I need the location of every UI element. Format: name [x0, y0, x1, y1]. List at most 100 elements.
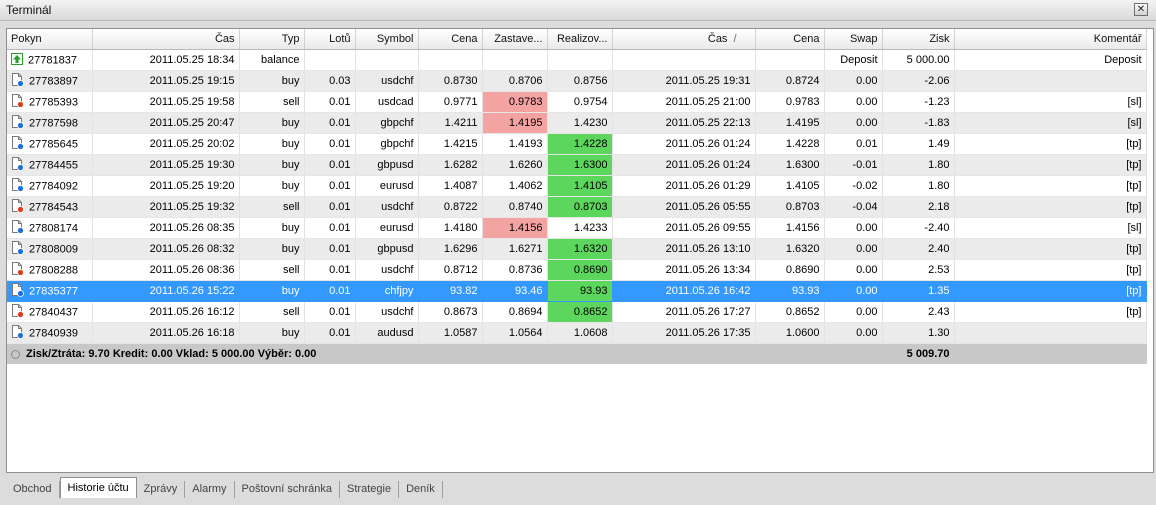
tp-cell: 1.4230 — [547, 112, 613, 134]
open-time-cell: 2011.05.26 16:12 — [92, 301, 240, 323]
col-header-symbol[interactable]: Symbol — [355, 29, 419, 50]
col-header-sl[interactable]: Zastave... — [482, 29, 548, 50]
comment-cell — [954, 70, 1147, 92]
tab-3[interactable]: Zprávy — [137, 481, 186, 498]
symbol-cell: usdchf — [355, 70, 419, 92]
order-cell: 27784455 — [7, 154, 93, 176]
order-cell: 27835377 — [7, 280, 93, 302]
lots-cell: 0.03 — [304, 70, 356, 92]
summary-icon — [11, 349, 20, 359]
symbol-cell: chfjpy — [355, 280, 419, 302]
price-cell: 1.0587 — [418, 322, 483, 344]
table-row[interactable]: 27785393 2011.05.25 19:58 sell 0.01 usdcad 0.… — [7, 91, 1147, 113]
close-button[interactable]: ✕ — [1134, 3, 1148, 16]
type-cell: buy — [239, 322, 305, 344]
table-row[interactable]: 27808174 2011.05.26 08:35 buy 0.01 eurusd 1.4… — [7, 217, 1147, 239]
swap-cell: 0.00 — [824, 70, 883, 92]
tab-1[interactable]: Obchod — [6, 481, 60, 498]
col-header-comment[interactable]: Komentář — [954, 29, 1147, 50]
col-header-close-price[interactable]: Cena — [755, 29, 825, 50]
order-cell: 27808009 — [7, 238, 93, 260]
buy-order-icon — [11, 135, 24, 153]
close-time-cell — [612, 49, 756, 71]
tab-7[interactable]: Deník — [399, 481, 443, 498]
table-row[interactable]: 27783897 2011.05.25 19:15 buy 0.03 usdchf 0.8… — [7, 70, 1147, 92]
col-header-lots[interactable]: Lotů — [304, 29, 356, 50]
profit-cell: -1.23 — [882, 91, 955, 113]
table-row[interactable]: 27781837 2011.05.25 18:34 balance Deposit 5 … — [7, 49, 1147, 71]
table-row[interactable]: 27785645 2011.05.25 20:02 buy 0.01 gbpchf 1.4… — [7, 133, 1147, 155]
header-row: Pokyn Čas Typ Lotů Symbol Cena Zastave..… — [7, 29, 1147, 50]
tab-6[interactable]: Strategie — [340, 481, 400, 498]
sl-cell: 1.4195 — [482, 112, 548, 134]
col-header-order[interactable]: Pokyn — [7, 29, 93, 50]
profit-cell: 5 000.00 — [882, 49, 955, 71]
sl-cell: 1.4156 — [482, 217, 548, 239]
lots-cell: 0.01 — [304, 322, 356, 344]
table-row[interactable]: 27840437 2011.05.26 16:12 sell 0.01 usdchf 0.… — [7, 301, 1147, 323]
comment-cell: [sl] — [954, 112, 1147, 134]
symbol-cell: usdchf — [355, 196, 419, 218]
sl-cell: 1.4062 — [482, 175, 548, 197]
table-row[interactable]: 27784543 2011.05.25 19:32 sell 0.01 usdchf 0.… — [7, 196, 1147, 218]
tp-cell: 1.0608 — [547, 322, 613, 344]
order-number: 27840939 — [29, 326, 78, 339]
summary-cell: Zisk/Ztráta: 9.70 Kredit: 0.00 Vklad: 5 … — [7, 343, 883, 364]
order-cell: 27840939 — [7, 322, 93, 344]
col-header-profit[interactable]: Zisk — [882, 29, 955, 50]
close-time-cell: 2011.05.26 01:24 — [612, 133, 756, 155]
order-number: 27784092 — [29, 179, 78, 192]
tp-cell: 1.4105 — [547, 175, 613, 197]
close-price-cell: 0.8652 — [755, 301, 825, 323]
order-number: 27781837 — [28, 53, 77, 66]
lots-cell: 0.01 — [304, 133, 356, 155]
swap-cell: Deposit — [824, 49, 883, 71]
close-price-cell: 1.4105 — [755, 175, 825, 197]
col-header-swap[interactable]: Swap — [824, 29, 883, 50]
summary-empty — [954, 343, 1147, 364]
table-row[interactable]: 27840939 2011.05.26 16:18 buy 0.01 audusd 1.0… — [7, 322, 1147, 344]
tab-4[interactable]: Alarmy — [185, 481, 235, 498]
table-row[interactable]: 27835377 2011.05.26 15:22 buy 0.01 chfjpy 93.… — [7, 280, 1147, 302]
col-header-close-time[interactable]: Čas / — [612, 29, 756, 50]
sell-order-icon — [11, 93, 24, 111]
sell-order-icon — [11, 198, 24, 216]
comment-cell: [tp] — [954, 133, 1147, 155]
profit-cell: -2.06 — [882, 70, 955, 92]
type-cell: buy — [239, 280, 305, 302]
swap-cell: -0.04 — [824, 196, 883, 218]
table-row[interactable]: 27808009 2011.05.26 08:32 buy 0.01 gbpusd 1.6… — [7, 238, 1147, 260]
col-header-type[interactable]: Typ — [239, 29, 305, 50]
open-time-cell: 2011.05.25 19:58 — [92, 91, 240, 113]
type-cell: balance — [239, 49, 305, 71]
sl-cell: 1.6271 — [482, 238, 548, 260]
tp-cell — [547, 49, 613, 71]
swap-cell: 0.00 — [824, 301, 883, 323]
col-header-tp[interactable]: Realizov... — [547, 29, 613, 50]
order-cell: 27783897 — [7, 70, 93, 92]
price-cell: 0.9771 — [418, 91, 483, 113]
buy-order-icon — [11, 240, 24, 258]
tab-2[interactable]: Historie účtu — [59, 477, 137, 498]
table-row[interactable]: 27808288 2011.05.26 08:36 sell 0.01 usdchf 0.… — [7, 259, 1147, 281]
tp-cell: 93.93 — [547, 280, 613, 302]
sl-cell: 0.8706 — [482, 70, 548, 92]
close-price-cell: 1.6320 — [755, 238, 825, 260]
symbol-cell: gbpusd — [355, 238, 419, 260]
table-row[interactable]: 27784092 2011.05.25 19:20 buy 0.01 eurusd 1.4… — [7, 175, 1147, 197]
order-number: 27808174 — [29, 221, 78, 234]
close-price-cell: 1.6300 — [755, 154, 825, 176]
type-cell: buy — [239, 154, 305, 176]
tab-5[interactable]: Poštovní schránka — [235, 481, 341, 498]
table-row[interactable]: 27787598 2011.05.25 20:47 buy 0.01 gbpchf 1.4… — [7, 112, 1147, 134]
col-header-open-time[interactable]: Čas — [92, 29, 240, 50]
comment-cell: [tp] — [954, 238, 1147, 260]
tp-cell: 0.9754 — [547, 91, 613, 113]
open-time-cell: 2011.05.25 19:32 — [92, 196, 240, 218]
col-header-price[interactable]: Cena — [418, 29, 483, 50]
table-row[interactable]: 27784455 2011.05.25 19:30 buy 0.01 gbpusd 1.6… — [7, 154, 1147, 176]
close-time-cell: 2011.05.26 16:42 — [612, 280, 756, 302]
comment-cell: [tp] — [954, 196, 1147, 218]
open-time-cell: 2011.05.25 18:34 — [92, 49, 240, 71]
open-time-cell: 2011.05.26 08:36 — [92, 259, 240, 281]
